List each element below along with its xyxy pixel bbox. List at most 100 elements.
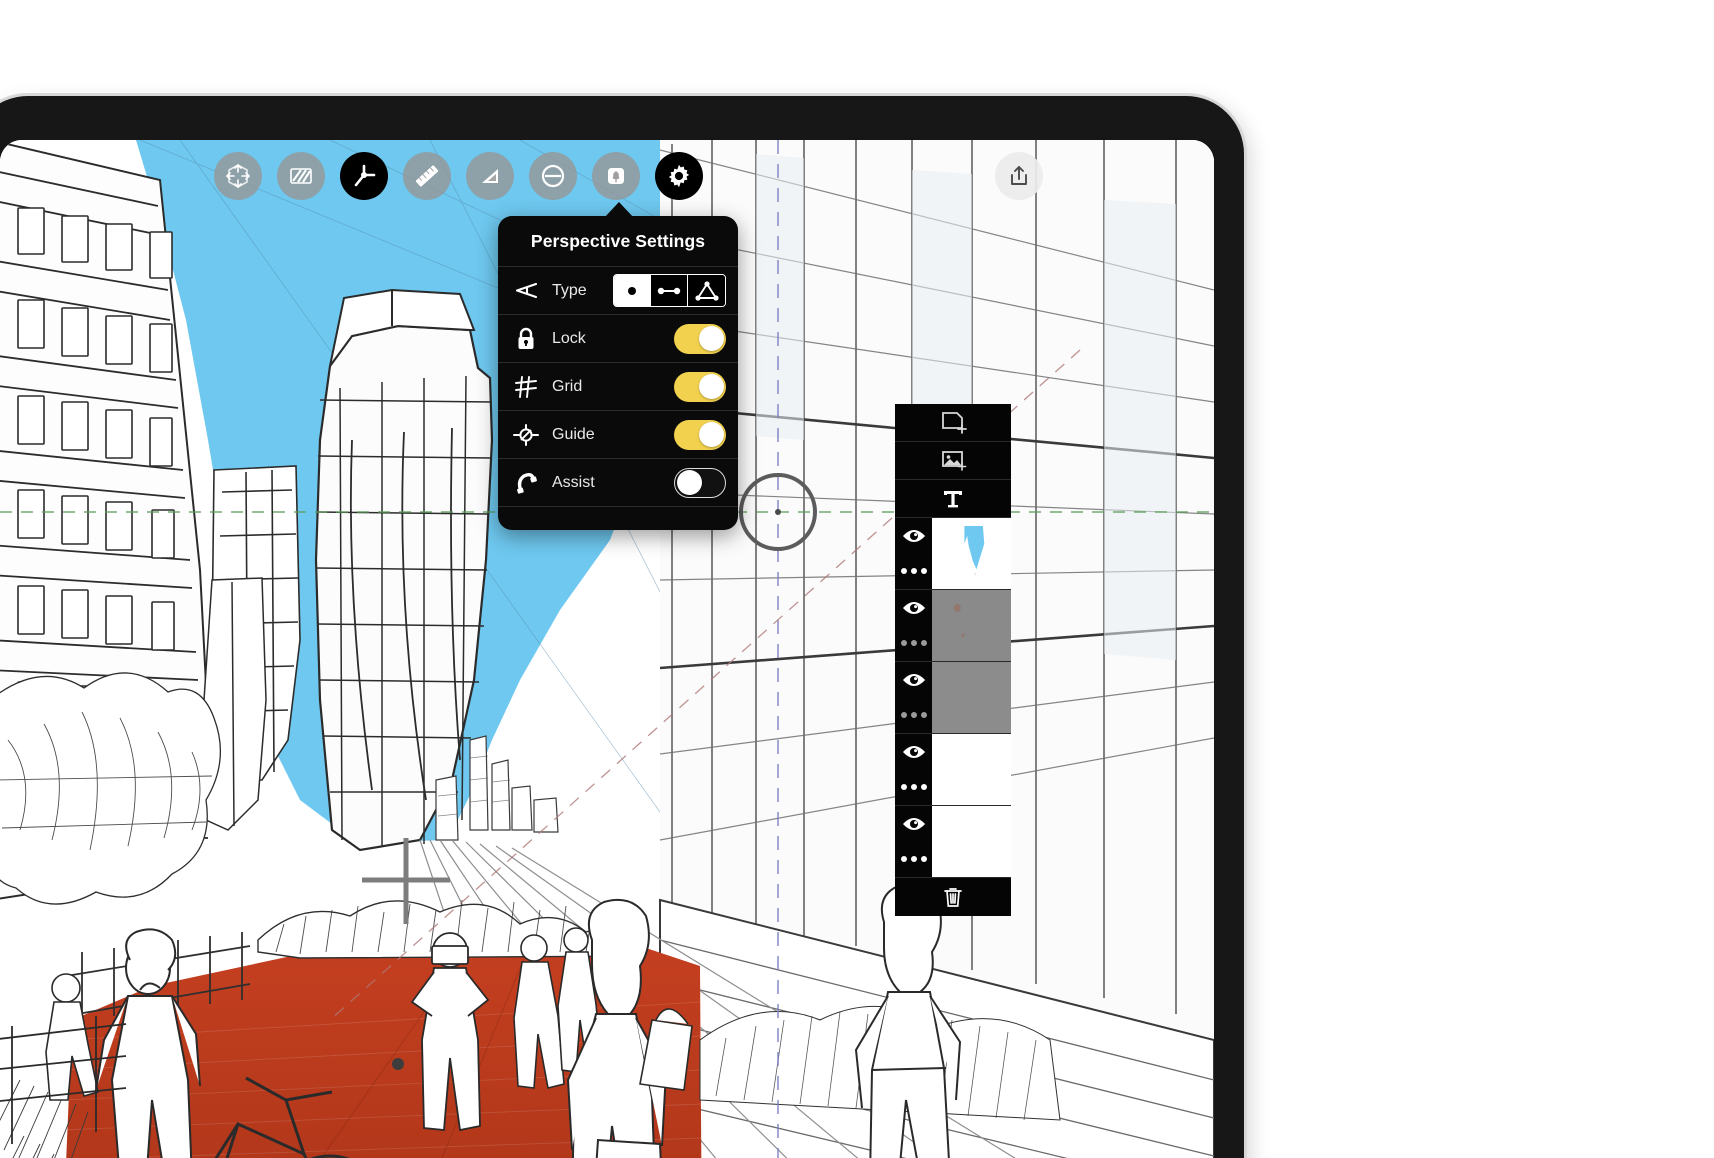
eye-visible-icon xyxy=(902,745,925,758)
layer-thumbnail[interactable] xyxy=(932,662,1011,733)
tool-ellipse-guide[interactable] xyxy=(529,152,577,200)
assist-toggle[interactable] xyxy=(674,467,726,498)
tool-ruler[interactable] xyxy=(403,152,451,200)
eye-visible-icon xyxy=(902,529,925,542)
grid-toggle[interactable] xyxy=(674,371,726,402)
more-dots-icon xyxy=(910,712,917,719)
new-layer-icon xyxy=(942,411,967,434)
layer-row[interactable] xyxy=(895,662,1011,734)
two-dot-line-icon xyxy=(657,287,681,294)
lock-toggle-knob xyxy=(698,326,724,351)
eye-visible-icon xyxy=(902,673,925,686)
text-tool-icon xyxy=(944,490,962,507)
perspective-control-point xyxy=(392,1058,404,1070)
tool-set-square[interactable] xyxy=(466,152,514,200)
more-dots-icon xyxy=(920,640,927,647)
assist-toggle-knob xyxy=(676,469,702,495)
layer-menu-button[interactable] xyxy=(895,626,932,662)
settings-label-type: Type xyxy=(552,281,587,299)
more-dots-icon xyxy=(920,568,927,575)
layer-menu-button[interactable] xyxy=(895,770,932,806)
tool-stamp[interactable] xyxy=(592,152,640,200)
tool-perspective[interactable] xyxy=(340,152,388,200)
perspective-settings-popover: Perspective Settings Type Lock Grid Guid… xyxy=(498,216,738,530)
settings-label-assist: Assist xyxy=(552,473,595,491)
layer-controls xyxy=(895,734,932,805)
settings-row-type: Type xyxy=(498,266,738,314)
lock-icon xyxy=(512,327,540,351)
add-image-icon xyxy=(942,450,967,471)
perspective-axis-icon xyxy=(354,164,376,187)
more-dots-icon xyxy=(920,712,927,719)
tool-fill[interactable] xyxy=(277,152,325,200)
set-square-icon xyxy=(482,169,498,183)
more-dots-icon xyxy=(900,856,907,863)
popover-footer-spacer xyxy=(498,506,738,530)
new-layer-button[interactable] xyxy=(895,404,1011,442)
layer-row[interactable] xyxy=(895,734,1011,806)
popover-arrow xyxy=(604,202,634,218)
type-option-three-point[interactable] xyxy=(688,275,725,306)
perspective-toolbar xyxy=(214,152,703,200)
layer-visibility-toggle[interactable] xyxy=(895,734,932,770)
more-dots-icon xyxy=(900,712,907,719)
layer-thumbnail[interactable] xyxy=(932,518,1011,589)
settings-row-lock: Lock xyxy=(498,314,738,362)
gear-icon xyxy=(668,164,690,188)
layer-thumbnail[interactable] xyxy=(932,590,1011,661)
tablet-screen: Perspective Settings Type Lock Grid Guid… xyxy=(0,140,1214,1158)
layer-thumbnail[interactable] xyxy=(932,734,1011,805)
settings-label-lock: Lock xyxy=(552,329,586,347)
layer-controls xyxy=(895,662,932,733)
more-dots-icon xyxy=(900,568,907,575)
delete-layer-button[interactable] xyxy=(895,878,1011,916)
perspective-type-icon xyxy=(512,282,540,300)
tree-stamp-icon xyxy=(608,168,624,184)
tool-transform[interactable] xyxy=(214,152,262,200)
share-button[interactable] xyxy=(995,152,1043,200)
layer-menu-button[interactable] xyxy=(895,842,932,878)
add-image-button[interactable] xyxy=(895,442,1011,480)
more-dots-icon xyxy=(910,856,917,863)
guide-toggle[interactable] xyxy=(674,419,726,450)
lock-toggle[interactable] xyxy=(674,323,726,354)
layer-visibility-toggle[interactable] xyxy=(895,806,932,842)
guide-target-icon xyxy=(512,423,540,447)
tool-settings[interactable] xyxy=(655,152,703,200)
type-segmented-control xyxy=(613,274,726,307)
layer-menu-button[interactable] xyxy=(895,554,932,590)
layer-visibility-toggle[interactable] xyxy=(895,590,932,626)
layer-thumbnail-art xyxy=(936,522,1007,585)
type-option-two-point[interactable] xyxy=(651,275,688,306)
type-option-one-point[interactable] xyxy=(614,275,651,306)
layer-row[interactable] xyxy=(895,590,1011,662)
layer-thumbnail-art xyxy=(936,594,1007,657)
layer-thumbnail[interactable] xyxy=(932,806,1011,877)
guide-toggle-knob xyxy=(698,422,724,447)
more-dots-icon xyxy=(920,784,927,791)
add-text-button[interactable] xyxy=(895,480,1011,518)
share-upload-icon xyxy=(1011,166,1027,185)
triangle-three-point-icon xyxy=(694,280,719,301)
more-dots-icon xyxy=(900,784,907,791)
layer-thumbnail-art xyxy=(936,810,1007,873)
popover-title: Perspective Settings xyxy=(530,231,706,251)
layer-visibility-toggle[interactable] xyxy=(895,662,932,698)
grid-icon xyxy=(512,375,540,399)
eye-visible-icon xyxy=(902,601,925,614)
settings-row-guide: Guide xyxy=(498,410,738,458)
tablet-device-frame: Perspective Settings Type Lock Grid Guid… xyxy=(0,96,1244,1158)
ellipse-guide-icon xyxy=(541,164,565,188)
settings-label-guide: Guide xyxy=(552,425,595,443)
layer-menu-button[interactable] xyxy=(895,698,932,734)
layer-row[interactable] xyxy=(895,806,1011,878)
settings-row-assist: Assist xyxy=(498,458,738,506)
more-dots-icon xyxy=(910,640,917,647)
layer-visibility-toggle[interactable] xyxy=(895,518,932,554)
single-dot-icon xyxy=(628,286,636,295)
more-dots-icon xyxy=(920,856,927,863)
layer-row[interactable] xyxy=(895,518,1011,590)
grid-toggle-knob xyxy=(698,374,724,399)
fill-hatch-icon xyxy=(290,168,312,184)
more-dots-icon xyxy=(910,784,917,791)
